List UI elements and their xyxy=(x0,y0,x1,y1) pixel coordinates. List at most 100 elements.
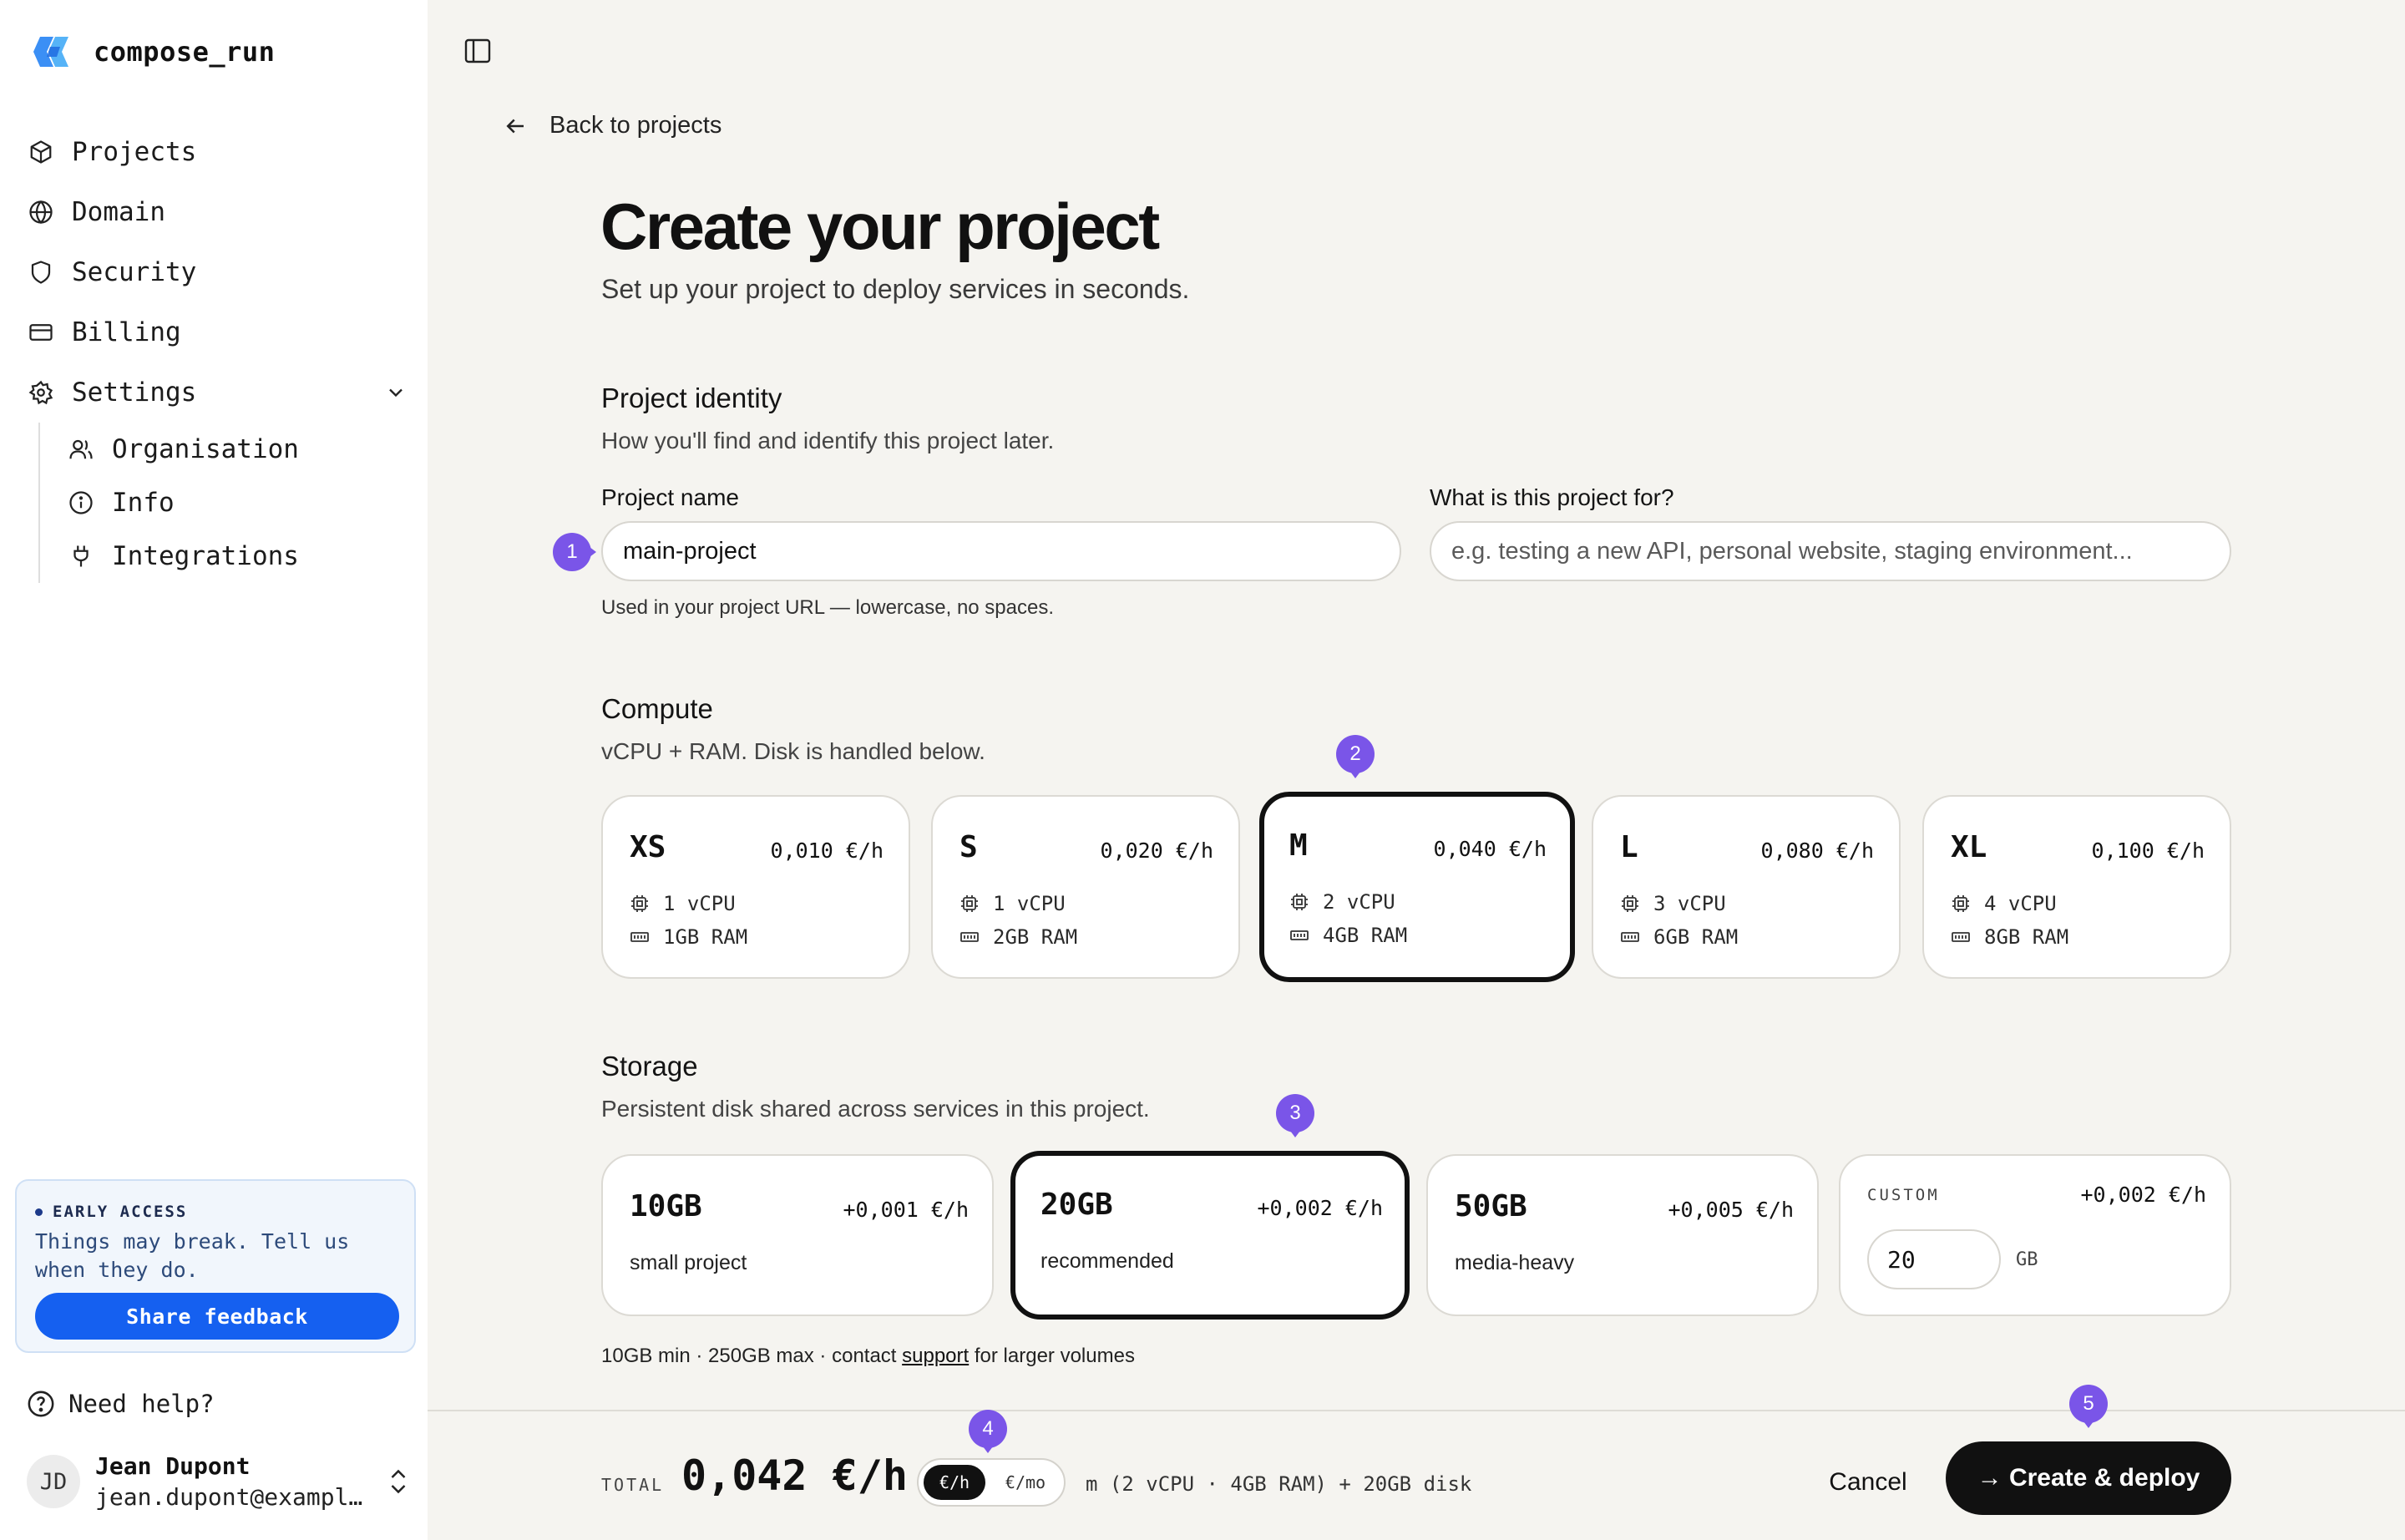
step-marker-2: 2 xyxy=(1336,735,1375,778)
support-link[interactable]: support xyxy=(902,1345,969,1367)
compute-size: XS xyxy=(630,830,666,864)
compute-cpu-label: 1 vCPU xyxy=(663,892,736,915)
unit-monthly-option[interactable]: €/mo xyxy=(992,1465,1059,1500)
storage-desc: small project xyxy=(630,1251,747,1274)
share-feedback-button[interactable]: Share feedback xyxy=(35,1293,399,1340)
identity-section-title: Project identity xyxy=(601,382,782,413)
sidebar-item-info[interactable]: Info xyxy=(63,476,408,529)
total-label: TOTAL xyxy=(601,1475,665,1495)
compute-option-xl[interactable]: XL 0,100 €/h 4 vCPU 8GB RAM xyxy=(1922,795,2231,979)
step-marker-3: 3 xyxy=(1276,1094,1314,1137)
sidebar-item-billing[interactable]: Billing xyxy=(23,302,408,362)
storage-size: 50GB xyxy=(1455,1189,1527,1223)
sidebar-item-projects[interactable]: Projects xyxy=(23,122,408,182)
memory-icon xyxy=(630,932,649,942)
storage-note-prefix: 10GB min · 250GB max · contact xyxy=(601,1345,903,1367)
chevrons-up-down-icon[interactable] xyxy=(386,1465,411,1498)
identity-section-desc: How you'll find and identify this projec… xyxy=(601,428,1055,453)
storage-price: +0,005 €/h xyxy=(1668,1198,1794,1222)
early-access-card: EARLY ACCESS Things may break. Tell us w… xyxy=(15,1179,416,1353)
sidebar-item-label: Settings xyxy=(72,377,197,408)
project-name-input[interactable] xyxy=(601,521,1401,581)
sidebar-item-label: Projects xyxy=(72,137,197,167)
storage-option-10gb[interactable]: 10GB +0,001 €/h small project xyxy=(601,1154,994,1316)
compute-price: 0,040 €/h xyxy=(1433,837,1547,861)
create-deploy-button[interactable]: → Create & deploy xyxy=(1946,1441,2231,1515)
project-name-hint: Used in your project URL — lowercase, no… xyxy=(601,596,1055,619)
sidebar-item-organisation[interactable]: Organisation xyxy=(63,423,408,476)
user-menu[interactable]: JD Jean Dupont jean.dupont@exampl… xyxy=(27,1450,411,1513)
sidebar-item-label: Billing xyxy=(72,317,181,347)
cpu-icon xyxy=(1622,895,1638,912)
main-nav: Projects Domain Security Billing Setting… xyxy=(23,122,408,583)
compute-size: M xyxy=(1289,828,1308,863)
project-purpose-label: What is this project for? xyxy=(1430,484,1674,510)
back-label: Back to projects xyxy=(549,112,722,139)
memory-icon xyxy=(1621,932,1639,942)
storage-desc: recommended xyxy=(1040,1249,1174,1273)
price-unit-toggle: €/h €/mo xyxy=(917,1458,1066,1507)
unit-hourly-option[interactable]: €/h xyxy=(924,1465,985,1500)
status-dot-icon xyxy=(35,1208,43,1216)
step-marker-5: 5 xyxy=(2069,1385,2108,1428)
compute-ram-label: 4GB RAM xyxy=(1323,924,1408,947)
compute-ram: 1GB RAM xyxy=(630,925,747,949)
storage-price: +0,002 €/h xyxy=(2080,1183,2206,1207)
compute-cpu: 1 vCPU xyxy=(630,892,736,915)
sidebar-item-settings[interactable]: Settings xyxy=(23,362,408,423)
compute-option-xs[interactable]: XS 0,010 €/h 1 vCPU 1GB RAM xyxy=(601,795,910,979)
box-icon xyxy=(27,138,55,166)
brand[interactable]: compose_run xyxy=(32,30,275,73)
brand-logo-icon xyxy=(33,37,68,67)
compute-ram: 8GB RAM xyxy=(1951,925,2068,949)
info-icon xyxy=(67,489,95,517)
need-help-label: Need help? xyxy=(68,1390,215,1418)
storage-option-custom[interactable]: CUSTOM +0,002 €/h GB xyxy=(1839,1154,2231,1316)
storage-size: 10GB xyxy=(630,1189,702,1223)
storage-note-suffix: for larger volumes xyxy=(969,1345,1135,1367)
sidebar-item-integrations[interactable]: Integrations xyxy=(63,529,408,583)
compute-cpu: 4 vCPU xyxy=(1951,892,2057,915)
avatar: JD xyxy=(27,1455,80,1508)
memory-icon xyxy=(1952,932,1970,942)
early-access-tag: EARLY ACCESS xyxy=(35,1203,187,1221)
sidebar-item-domain[interactable]: Domain xyxy=(23,182,408,242)
compute-ram-label: 1GB RAM xyxy=(663,925,748,949)
memory-icon xyxy=(1290,930,1309,940)
sidebar-toggle-icon[interactable] xyxy=(464,38,491,63)
storage-option-50gb[interactable]: 50GB +0,005 €/h media-heavy xyxy=(1426,1154,1819,1316)
compute-option-m[interactable]: M 0,040 €/h 2 vCPU 4GB RAM xyxy=(1259,792,1575,982)
back-to-projects-link[interactable]: Back to projects xyxy=(503,112,722,139)
compute-size: L xyxy=(1620,830,1638,864)
globe-icon xyxy=(27,198,55,226)
early-access-tag-label: EARLY ACCESS xyxy=(53,1203,188,1221)
user-meta: Jean Dupont jean.dupont@exampl… xyxy=(95,1451,386,1512)
storage-desc: media-heavy xyxy=(1455,1251,1575,1274)
cpu-icon xyxy=(631,895,648,912)
user-email: jean.dupont@exampl… xyxy=(95,1483,363,1511)
cancel-button[interactable]: Cancel xyxy=(1805,1458,1931,1507)
compute-option-l[interactable]: L 0,080 €/h 3 vCPU 6GB RAM xyxy=(1592,795,1901,979)
sidebar: compose_run Projects Domain Security Bil… xyxy=(0,0,428,1540)
compute-price: 0,080 €/h xyxy=(1760,838,1874,863)
project-purpose-input[interactable] xyxy=(1430,521,2231,581)
compute-cpu: 2 vCPU xyxy=(1289,890,1395,914)
storage-price: +0,001 €/h xyxy=(843,1198,969,1222)
need-help-link[interactable]: Need help? xyxy=(27,1390,215,1418)
compute-cpu-label: 2 vCPU xyxy=(1323,890,1395,914)
custom-storage-input[interactable] xyxy=(1867,1229,2001,1289)
storage-option-20gb[interactable]: 20GB +0,002 €/h recommended xyxy=(1010,1151,1410,1320)
compute-option-s[interactable]: S 0,020 €/h 1 vCPU 2GB RAM xyxy=(931,795,1240,979)
storage-price: +0,002 €/h xyxy=(1257,1196,1383,1220)
total-value: 0,042 €/h xyxy=(681,1451,908,1500)
compute-section-title: Compute xyxy=(601,693,713,724)
compute-ram-label: 2GB RAM xyxy=(993,925,1078,949)
compute-ram: 2GB RAM xyxy=(959,925,1077,949)
chevron-down-icon[interactable] xyxy=(384,381,408,404)
sidebar-item-security[interactable]: Security xyxy=(23,242,408,302)
gear-icon xyxy=(27,378,55,407)
cpu-icon xyxy=(961,895,978,912)
page-title: Create your project xyxy=(600,190,1160,263)
help-circle-icon xyxy=(28,1391,54,1417)
storage-section-title: Storage xyxy=(601,1051,698,1082)
